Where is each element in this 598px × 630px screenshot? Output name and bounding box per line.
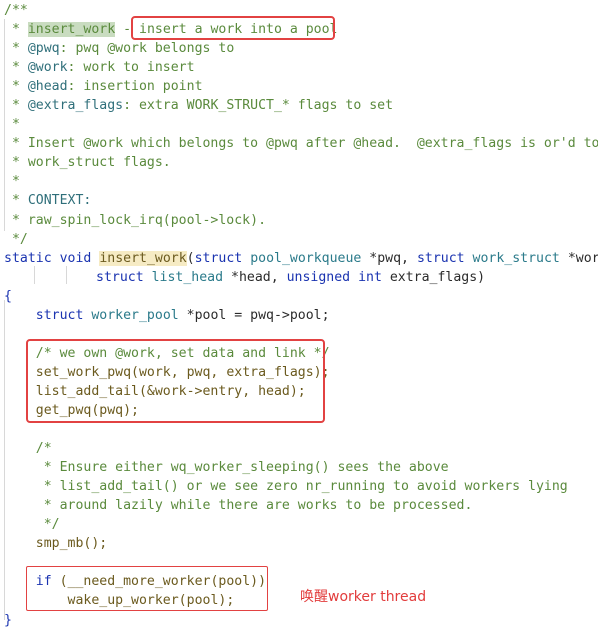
code-line: /* [35, 441, 52, 457]
code-line: * @work: work to insert [4, 60, 195, 76]
doc-function-name: insert_work [27, 22, 116, 38]
code-line: * Insert @work which belongs to @pwq aft… [4, 136, 598, 152]
code-line: * around lazily while there are works to… [35, 498, 473, 514]
code-line: } [4, 612, 12, 628]
function-name: insert_work [99, 250, 187, 266]
code-line: * [4, 117, 20, 133]
code-line: smp_mb(); [35, 536, 108, 552]
code-line: * list_add_tail() or we see zero nr_runn… [35, 479, 568, 495]
code-line: * CONTEXT: [4, 193, 92, 209]
annotation-note: 唤醒worker thread [300, 589, 427, 605]
code-line: * work_struct flags. [4, 155, 171, 171]
annotation-box-link-work [26, 339, 325, 423]
code-line: * Ensure either wq_worker_sleeping() see… [35, 460, 449, 476]
code-line: * @extra_flags: extra WORK_STRUCT_* flag… [4, 98, 394, 114]
code-line: struct list_head *head, unsigned int ext… [96, 269, 486, 285]
code-line: { [4, 288, 12, 304]
code-line: struct worker_pool *pool = pwq->pool; [35, 307, 330, 323]
code-line: * @head: insertion point [4, 79, 203, 95]
code-line: */ [35, 517, 60, 533]
annotation-box-summary [131, 16, 335, 40]
annotation-box-wake-up [26, 566, 268, 611]
code-block: /** * insert_work - insert a work into a… [4, 1, 598, 630]
code-line: * [4, 174, 20, 190]
code-screenshot: /** * insert_work - insert a work into a… [0, 0, 598, 630]
code-line: * @pwq: pwq @work belongs to [4, 41, 235, 57]
code-line: * raw_spin_lock_irq(pool->lock). [4, 212, 267, 228]
code-line: */ [4, 231, 28, 247]
function-signature: static void insert_work(struct pool_work… [4, 250, 598, 266]
